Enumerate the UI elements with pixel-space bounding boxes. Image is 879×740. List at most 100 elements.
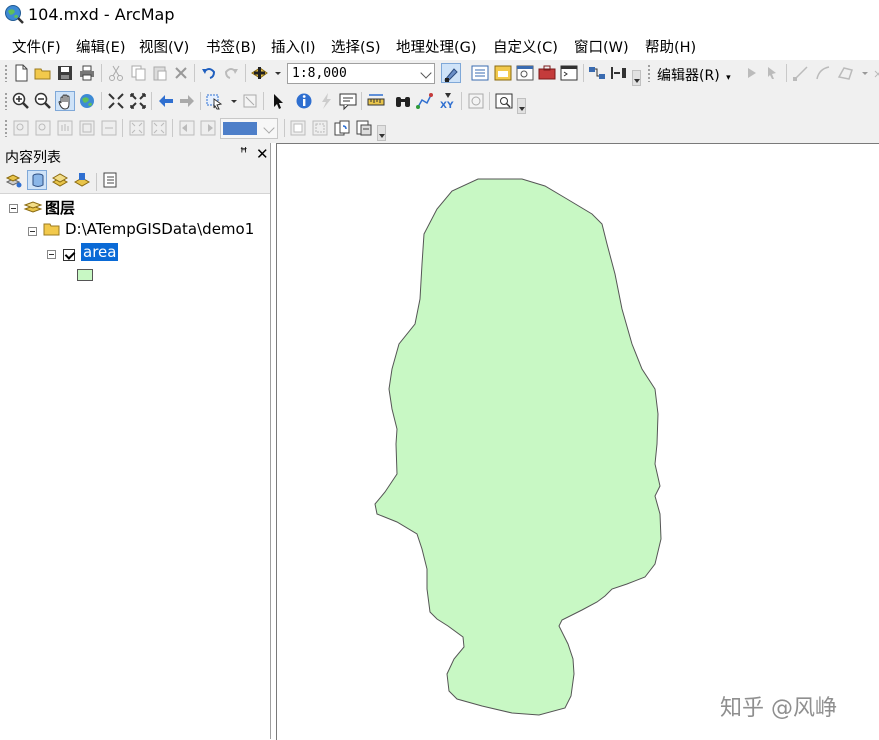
- measure-ruler-icon[interactable]: [366, 91, 386, 111]
- data-source-path[interactable]: D:\ATempGISData\demo1: [65, 220, 254, 238]
- map-canvas[interactable]: [277, 144, 879, 740]
- undo-icon[interactable]: [199, 63, 219, 83]
- menu-file[interactable]: 文件(F): [12, 36, 61, 57]
- copy-icon[interactable]: [128, 63, 148, 83]
- print-icon[interactable]: [77, 63, 97, 83]
- layout-zoom-combo[interactable]: [220, 118, 278, 139]
- viewer-window-icon[interactable]: [494, 91, 514, 111]
- toolbar-grip[interactable]: [647, 64, 651, 82]
- edit-annotation-icon[interactable]: [763, 63, 783, 83]
- zoom-whole-page-icon[interactable]: [77, 118, 97, 138]
- paste-icon[interactable]: [150, 63, 170, 83]
- toggle-draft-mode-icon[interactable]: [288, 118, 308, 138]
- collapse-layer-toggle[interactable]: [47, 250, 56, 259]
- identify-icon[interactable]: [294, 91, 314, 111]
- close-icon[interactable]: ✕: [256, 145, 269, 163]
- toolbar-overflow-icon[interactable]: [632, 70, 641, 86]
- more-tools-icon[interactable]: [868, 63, 879, 83]
- menu-bookmarks[interactable]: 书签(B): [206, 36, 256, 57]
- go-to-xy-icon[interactable]: XY: [438, 91, 458, 111]
- layout-zoom-in-icon[interactable]: [11, 118, 31, 138]
- zoom-in-icon[interactable]: [11, 91, 31, 111]
- layout-pan-icon[interactable]: [55, 118, 75, 138]
- menu-geoprocessing[interactable]: 地理处理(G): [396, 36, 477, 57]
- change-layout-icon[interactable]: [332, 118, 352, 138]
- redo-icon[interactable]: [221, 63, 241, 83]
- model-builder-icon[interactable]: [587, 63, 607, 83]
- menu-selection[interactable]: 选择(S): [331, 36, 381, 57]
- menu-help[interactable]: 帮助(H): [645, 36, 696, 57]
- editor-menu[interactable]: 编辑器(R) ▾: [657, 65, 731, 85]
- area-polygon-feature[interactable]: [374, 178, 662, 716]
- select-elements-arrow-icon[interactable]: [268, 91, 288, 111]
- cut-icon[interactable]: [106, 63, 126, 83]
- chevron-down-icon[interactable]: [263, 122, 275, 134]
- menu-edit[interactable]: 编辑(E): [76, 36, 125, 57]
- new-document-icon[interactable]: [11, 63, 31, 83]
- table-of-contents-icon[interactable]: [470, 63, 490, 83]
- arctoolbox-icon[interactable]: [537, 63, 557, 83]
- map-display[interactable]: [276, 143, 879, 740]
- menu-insert[interactable]: 插入(I): [271, 36, 316, 57]
- fixed-zoom-in-icon[interactable]: [106, 91, 126, 111]
- zoom-out-icon[interactable]: [33, 91, 53, 111]
- pin-icon[interactable]: ꟸ: [240, 146, 248, 161]
- time-slider-icon[interactable]: [466, 91, 486, 111]
- menu-windows[interactable]: 窗口(W): [574, 36, 629, 57]
- hyperlink-lightning-icon[interactable]: [316, 91, 336, 111]
- collapse-folder-toggle[interactable]: [28, 227, 37, 236]
- collapse-layers-toggle[interactable]: [9, 204, 18, 213]
- layer-symbol-patch[interactable]: [77, 269, 93, 281]
- search-window-icon[interactable]: [515, 63, 535, 83]
- end-point-arc-icon[interactable]: [813, 63, 833, 83]
- layer-name[interactable]: area: [81, 243, 119, 261]
- data-frame-label[interactable]: 图层: [45, 197, 75, 218]
- toolbar-grip[interactable]: [4, 119, 8, 137]
- list-by-selection-icon[interactable]: [72, 170, 92, 190]
- sketch-dropdown-icon[interactable]: [855, 63, 868, 83]
- full-extent-globe-icon[interactable]: [77, 91, 97, 111]
- toolbar-grip[interactable]: [4, 64, 8, 82]
- toolbar-overflow-icon[interactable]: [517, 98, 526, 114]
- delete-icon[interactable]: [171, 63, 191, 83]
- editor-toolbar-icon[interactable]: [441, 63, 461, 83]
- layout-zoom-out-icon[interactable]: [33, 118, 53, 138]
- go-back-icon[interactable]: [156, 91, 176, 111]
- menu-view[interactable]: 视图(V): [139, 36, 189, 57]
- find-binoculars-icon[interactable]: [393, 91, 413, 111]
- find-route-icon[interactable]: [415, 91, 435, 111]
- straight-segment-icon[interactable]: [791, 63, 811, 83]
- sketch-tool-icon[interactable]: [836, 63, 856, 83]
- pan-hand-icon[interactable]: [55, 91, 75, 111]
- add-data-icon[interactable]: [250, 63, 270, 83]
- menu-customize[interactable]: 自定义(C): [493, 36, 558, 57]
- identify-route-icon[interactable]: [609, 63, 629, 83]
- open-folder-icon[interactable]: [33, 63, 53, 83]
- data-driven-pages-icon[interactable]: [354, 118, 374, 138]
- layout-fixed-zoom-in-icon[interactable]: [127, 118, 147, 138]
- fixed-zoom-out-icon[interactable]: [128, 91, 148, 111]
- list-by-drawing-order-icon[interactable]: [4, 170, 24, 190]
- layout-fixed-zoom-out-icon[interactable]: [149, 118, 169, 138]
- map-scale-combo[interactable]: 1:8,000: [287, 63, 435, 84]
- list-by-visibility-icon[interactable]: [50, 170, 70, 190]
- edit-tool-icon[interactable]: [742, 63, 762, 83]
- clear-selection-icon[interactable]: [240, 91, 260, 111]
- toc-options-icon[interactable]: [100, 170, 120, 190]
- list-by-source-icon[interactable]: [27, 170, 47, 190]
- layout-back-icon[interactable]: [177, 118, 197, 138]
- go-forward-icon[interactable]: [177, 91, 197, 111]
- zoom-100-percent-icon[interactable]: [99, 118, 119, 138]
- catalog-window-icon[interactable]: [493, 63, 513, 83]
- html-popup-icon[interactable]: [338, 91, 358, 111]
- layer-visibility-checkbox[interactable]: [63, 249, 75, 261]
- python-window-icon[interactable]: [559, 63, 579, 83]
- chevron-down-icon[interactable]: [420, 67, 432, 79]
- select-dropdown-icon[interactable]: [224, 91, 237, 111]
- focus-data-frame-icon[interactable]: [310, 118, 330, 138]
- select-features-icon[interactable]: [205, 91, 225, 111]
- save-icon[interactable]: [55, 63, 75, 83]
- toolbar-grip[interactable]: [4, 92, 8, 110]
- add-data-dropdown-icon[interactable]: [268, 63, 281, 83]
- toolbar-overflow-icon[interactable]: [377, 125, 386, 141]
